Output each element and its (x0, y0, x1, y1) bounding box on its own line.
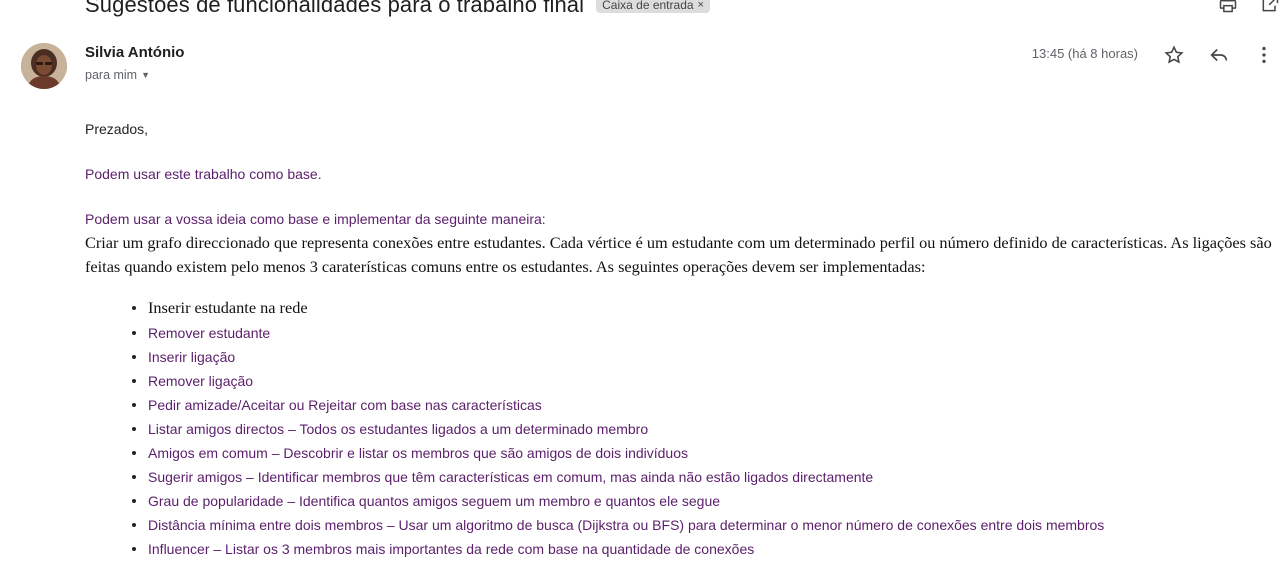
list-item: Distância mínima entre dois membros – Us… (132, 513, 1104, 537)
top-actions (1218, 0, 1280, 14)
recipient-text: para mim (85, 68, 138, 82)
project-description: Criar um grafo direccionado que represen… (85, 233, 1272, 276)
list-item: Sugerir amigos – Identificar membros que… (132, 465, 1104, 489)
list-item: Inserir estudante na rede (132, 295, 1104, 321)
body-paragraph-2: Podem usar a vossa ideia como base e imp… (85, 211, 546, 227)
more-options-icon[interactable] (1253, 44, 1275, 66)
operations-list: Inserir estudante na rede Remover estuda… (132, 295, 1104, 561)
reply-icon[interactable] (1208, 44, 1230, 66)
chevron-down-icon[interactable]: ▼ (141, 70, 150, 80)
list-item: Amigos em comum – Descobrir e listar os … (132, 441, 1104, 465)
email-subject: Sugestões de funcionalidades para o trab… (85, 0, 585, 17)
list-item: Pedir amizade/Aceitar ou Rejeitar com ba… (132, 393, 1104, 417)
email-timestamp: 13:45 (há 8 horas) (1031, 46, 1138, 61)
greeting: Prezados, (85, 121, 149, 137)
body-paragraph-1: Podem usar este trabalho como base. (85, 166, 322, 182)
list-item: Grau de popularidade – Identifica quanto… (132, 489, 1104, 513)
recipient-details[interactable]: para mim ▼ (85, 68, 150, 82)
list-item: Influencer – Listar os 3 membros mais im… (132, 537, 1104, 561)
list-item: Remover ligação (132, 369, 1104, 393)
avatar-photo (21, 43, 67, 89)
print-icon[interactable] (1218, 0, 1238, 14)
open-in-new-window-icon[interactable] (1260, 0, 1280, 14)
list-item: Listar amigos directos – Todos os estuda… (132, 417, 1104, 441)
label-chip-inbox[interactable]: Caixa de entrada × (596, 0, 710, 13)
list-item: Inserir ligação (132, 345, 1104, 369)
star-icon[interactable] (1163, 44, 1185, 66)
sender-name[interactable]: Silvia António (85, 44, 184, 61)
subject-row: Sugestões de funcionalidades para o trab… (85, 0, 710, 22)
label-remove-icon[interactable]: × (698, 0, 704, 11)
sender-avatar[interactable] (21, 43, 67, 89)
list-item: Remover estudante (132, 321, 1104, 345)
label-chip-text: Caixa de entrada (602, 0, 694, 12)
